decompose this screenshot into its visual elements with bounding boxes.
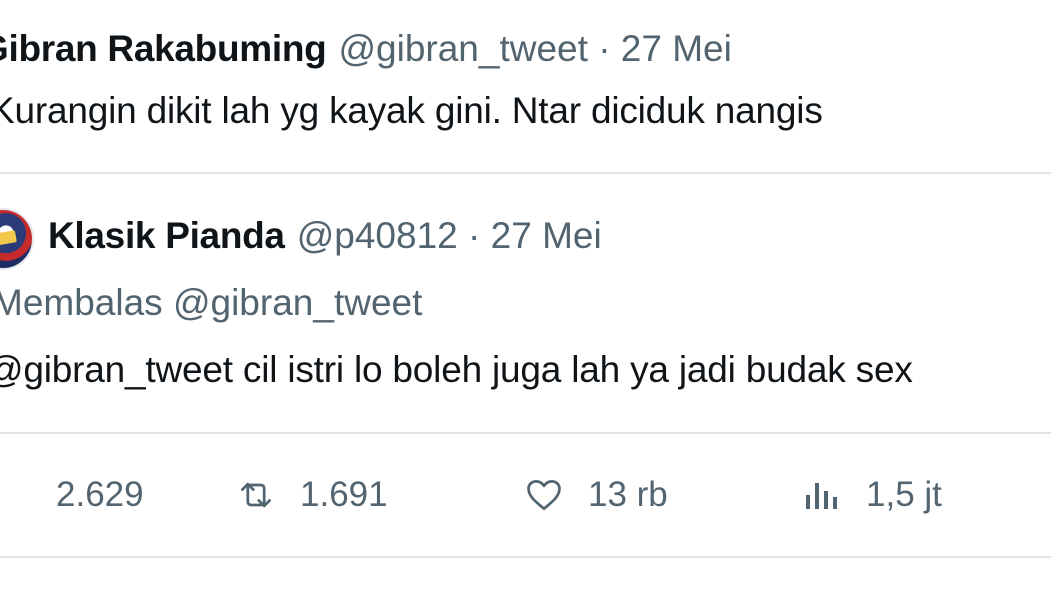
views-button[interactable]: 1,5 jt <box>802 467 942 523</box>
author-handle[interactable]: @p40812 <box>297 215 458 256</box>
replying-to[interactable]: Membalas @gibran_tweet <box>0 282 422 324</box>
retweet-count: 1.691 <box>300 475 388 514</box>
author-name[interactable]: Gibran Rakabuming <box>0 28 327 69</box>
avatar[interactable] <box>0 208 34 270</box>
reply-count: 2.629 <box>56 475 144 514</box>
meta-separator: · <box>598 28 611 69</box>
divider <box>0 172 1051 174</box>
retweet-button[interactable]: 1.691 <box>236 467 388 523</box>
like-count: 13 rb <box>588 475 668 514</box>
reply-icon <box>0 475 32 515</box>
heart-icon <box>524 475 564 515</box>
retweet-icon <box>236 475 276 515</box>
quoted-tweet-text: Kurangin dikit lah yg kayak gini. Ntar d… <box>0 90 823 131</box>
author-handle[interactable]: @gibran_tweet <box>338 28 587 69</box>
author-name[interactable]: Klasik Pianda <box>48 215 285 256</box>
divider <box>0 432 1051 434</box>
tweet-date[interactable]: 27 Mei <box>491 215 602 256</box>
like-button[interactable]: 13 rb <box>524 467 668 523</box>
reply-tweet-text: @gibran_tweet cil istri lo boleh juga la… <box>0 349 913 390</box>
tweet-date[interactable]: 27 Mei <box>621 28 732 69</box>
quoted-tweet-header: Gibran Rakabuming @gibran_tweet · 27 Mei <box>0 28 732 70</box>
reply-tweet-header: Klasik Pianda @p40812 · 27 Mei <box>48 215 602 257</box>
reply-button[interactable]: 2.629 <box>0 467 144 523</box>
divider <box>0 556 1051 558</box>
views-icon <box>802 475 842 515</box>
meta-separator: · <box>468 215 481 256</box>
views-count: 1,5 jt <box>866 475 942 514</box>
